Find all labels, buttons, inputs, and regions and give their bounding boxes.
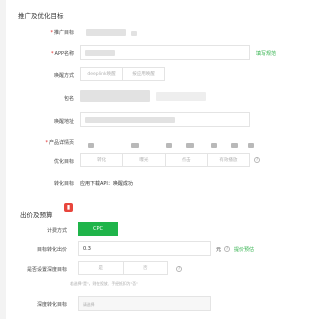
- section-title-bid: 出价及预算: [20, 211, 53, 219]
- wake-option-app[interactable]: 按应用唤醒: [123, 68, 164, 80]
- convert-target-label: 转化目标: [53, 181, 74, 187]
- deep-convert-select[interactable]: 请选择: [78, 296, 211, 311]
- target-price-input[interactable]: 0.3: [78, 241, 211, 256]
- opt-target-label: 优化目标: [53, 159, 74, 165]
- wake-option-deeplink[interactable]: deeplink唤醒: [81, 68, 123, 80]
- opt-target-help-icon[interactable]: ?: [254, 157, 260, 163]
- opt-option-click[interactable]: 点击: [166, 154, 208, 166]
- app-name-input[interactable]: [80, 45, 250, 60]
- cpc-button[interactable]: CPC: [78, 222, 118, 236]
- product-detail-label: 产品详情页: [45, 139, 74, 146]
- deep-target-hint: 若选择"是"，则在投放、手经抵扣为"否": [70, 281, 138, 286]
- deep-target-segment[interactable]: 是 否: [78, 261, 168, 275]
- deep-option-no[interactable]: 否: [124, 262, 168, 274]
- deep-option-yes[interactable]: 是: [79, 262, 124, 274]
- convert-target-value: 应用下载API：唤醒成功: [80, 181, 133, 187]
- deep-convert-label: 深度转化目标: [36, 302, 67, 308]
- opt-option-expose[interactable]: 曝光: [123, 154, 166, 166]
- deep-target-label: 是否设置深度目标: [26, 267, 67, 273]
- wake-url-input[interactable]: [80, 112, 250, 127]
- target-price-label: 目标转化出价: [36, 247, 67, 253]
- section-title-promotion: 推广及优化目标: [18, 12, 64, 20]
- price-unit: 元: [216, 247, 222, 253]
- app-name-spec-link[interactable]: 填写规范: [256, 50, 276, 57]
- package-input[interactable]: [80, 90, 150, 102]
- opt-target-segment[interactable]: 转化 曝光 点击 有效播放: [80, 153, 250, 167]
- wake-method-label: 唤醒方式: [53, 73, 74, 79]
- opt-option-convert[interactable]: 转化: [81, 154, 124, 166]
- price-help-icon[interactable]: ?: [224, 246, 230, 252]
- package-label: 包名: [63, 96, 74, 102]
- promo-target-value-2[interactable]: [131, 31, 137, 36]
- app-name-label: APP名称: [51, 50, 74, 57]
- promo-target-value[interactable]: [86, 29, 126, 36]
- flag-badge-icon: ▮: [64, 203, 73, 212]
- opt-option-play[interactable]: 有效播放: [208, 154, 249, 166]
- wake-url-label: 唤醒地址: [53, 119, 74, 125]
- wake-method-segment[interactable]: deeplink唤醒 按应用唤醒: [80, 67, 165, 81]
- form-panel: 推广及优化目标 推广目标 APP名称 填写规范 唤醒方式 deeplink唤醒 …: [6, 0, 324, 319]
- bid-mode-label: 计费方式: [46, 228, 67, 234]
- price-estimate-link[interactable]: 提价预估: [234, 246, 254, 253]
- promo-target-label: 推广目标: [50, 29, 74, 36]
- deep-target-help-icon[interactable]: ?: [176, 266, 182, 272]
